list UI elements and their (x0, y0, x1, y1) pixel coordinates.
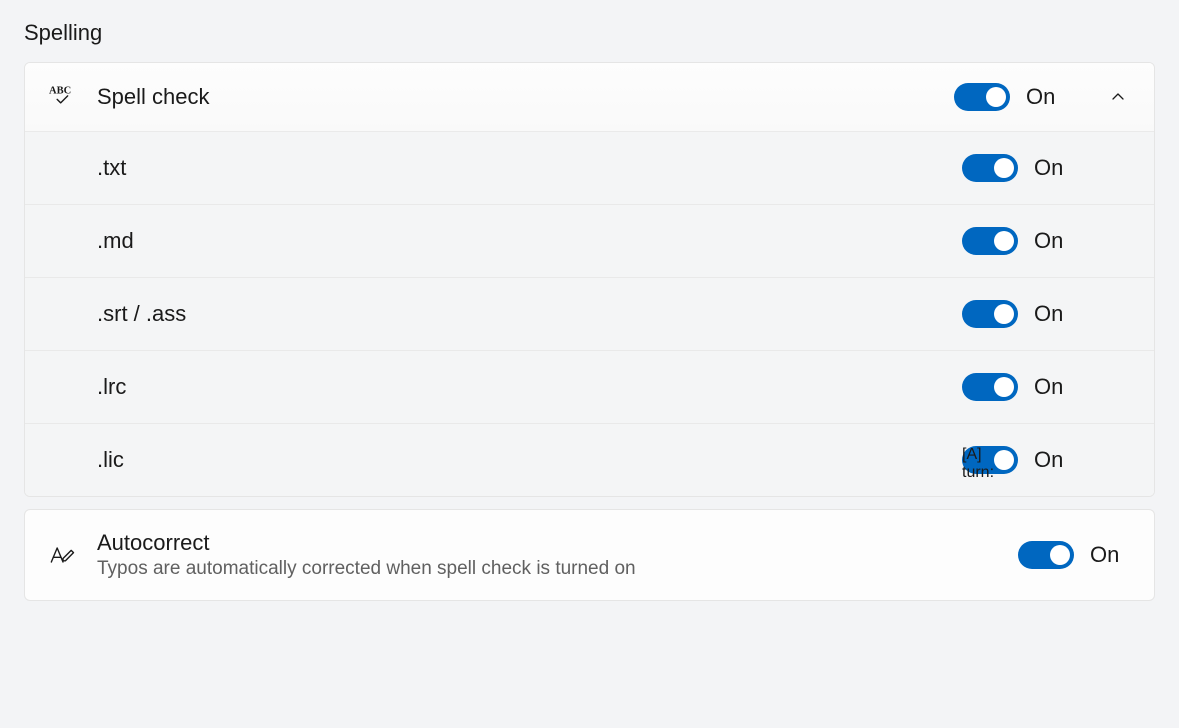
autocorrect-icon (49, 541, 77, 569)
list-item-label: .txt (97, 155, 942, 181)
svg-text:ABC: ABC (49, 86, 71, 97)
autocorrect-text: Autocorrect Typos are automatically corr… (97, 530, 998, 580)
toggle-label: On (1034, 228, 1074, 254)
spellcheck-toggle-label: On (1026, 84, 1066, 110)
txt-toggle[interactable] (962, 154, 1018, 182)
md-toggle[interactable] (962, 227, 1018, 255)
spellcheck-item-lrc: .lrc On (25, 350, 1154, 423)
toggle-knob (994, 377, 1014, 397)
srt-ass-toggle[interactable] (962, 300, 1018, 328)
lrc-toggle[interactable] (962, 373, 1018, 401)
autocorrect-title: Autocorrect (97, 530, 998, 556)
list-item-label: .lrc (97, 374, 942, 400)
chevron-up-icon (1106, 85, 1130, 109)
section-title: Spelling (24, 0, 1155, 62)
list-item-label: .md (97, 228, 942, 254)
toggle-wrap: On (962, 300, 1130, 328)
spellcheck-toggle-wrap: On (954, 83, 1066, 111)
spellcheck-card: ABC Spell check On .txt On (24, 62, 1155, 497)
spellcheck-abc-icon: ABC (49, 83, 77, 111)
toggle-knob (994, 158, 1014, 178)
spellcheck-title: Spell check (97, 84, 934, 110)
spellcheck-expander-header[interactable]: ABC Spell check On (25, 63, 1154, 132)
toggle-wrap: [A] turn: On (962, 446, 1130, 474)
toggle-wrap: On (962, 154, 1130, 182)
spellcheck-item-srt-ass: .srt / .ass On (25, 277, 1154, 350)
spellcheck-toggle[interactable] (954, 83, 1010, 111)
list-item-label: .srt / .ass (97, 301, 942, 327)
toggle-knob (1050, 545, 1070, 565)
lic-toggle[interactable]: [A] turn: (962, 446, 1018, 474)
toggle-knob (994, 231, 1014, 251)
autocorrect-card: Autocorrect Typos are automatically corr… (24, 509, 1155, 601)
spellcheck-sub-items: .txt On .md On .srt / .ass (25, 132, 1154, 496)
autocorrect-description: Typos are automatically corrected when s… (97, 558, 998, 580)
toggle-knob (994, 304, 1014, 324)
list-item-label: .lic (97, 447, 942, 473)
spellcheck-item-lic: .lic [A] turn: On (25, 423, 1154, 496)
toggle-wrap: On (962, 227, 1130, 255)
autocorrect-toggle[interactable] (1018, 541, 1074, 569)
spellcheck-item-md: .md On (25, 204, 1154, 277)
autocorrect-toggle-wrap: On (1018, 541, 1130, 569)
toggle-knob (986, 87, 1006, 107)
toggle-wrap: On (962, 373, 1130, 401)
toggle-label: On (1034, 301, 1074, 327)
toggle-label: On (1034, 374, 1074, 400)
spellcheck-item-txt: .txt On (25, 132, 1154, 204)
toggle-knob (994, 450, 1014, 470)
toggle-label: On (1034, 447, 1074, 473)
autocorrect-toggle-label: On (1090, 542, 1130, 568)
toggle-label: On (1034, 155, 1074, 181)
